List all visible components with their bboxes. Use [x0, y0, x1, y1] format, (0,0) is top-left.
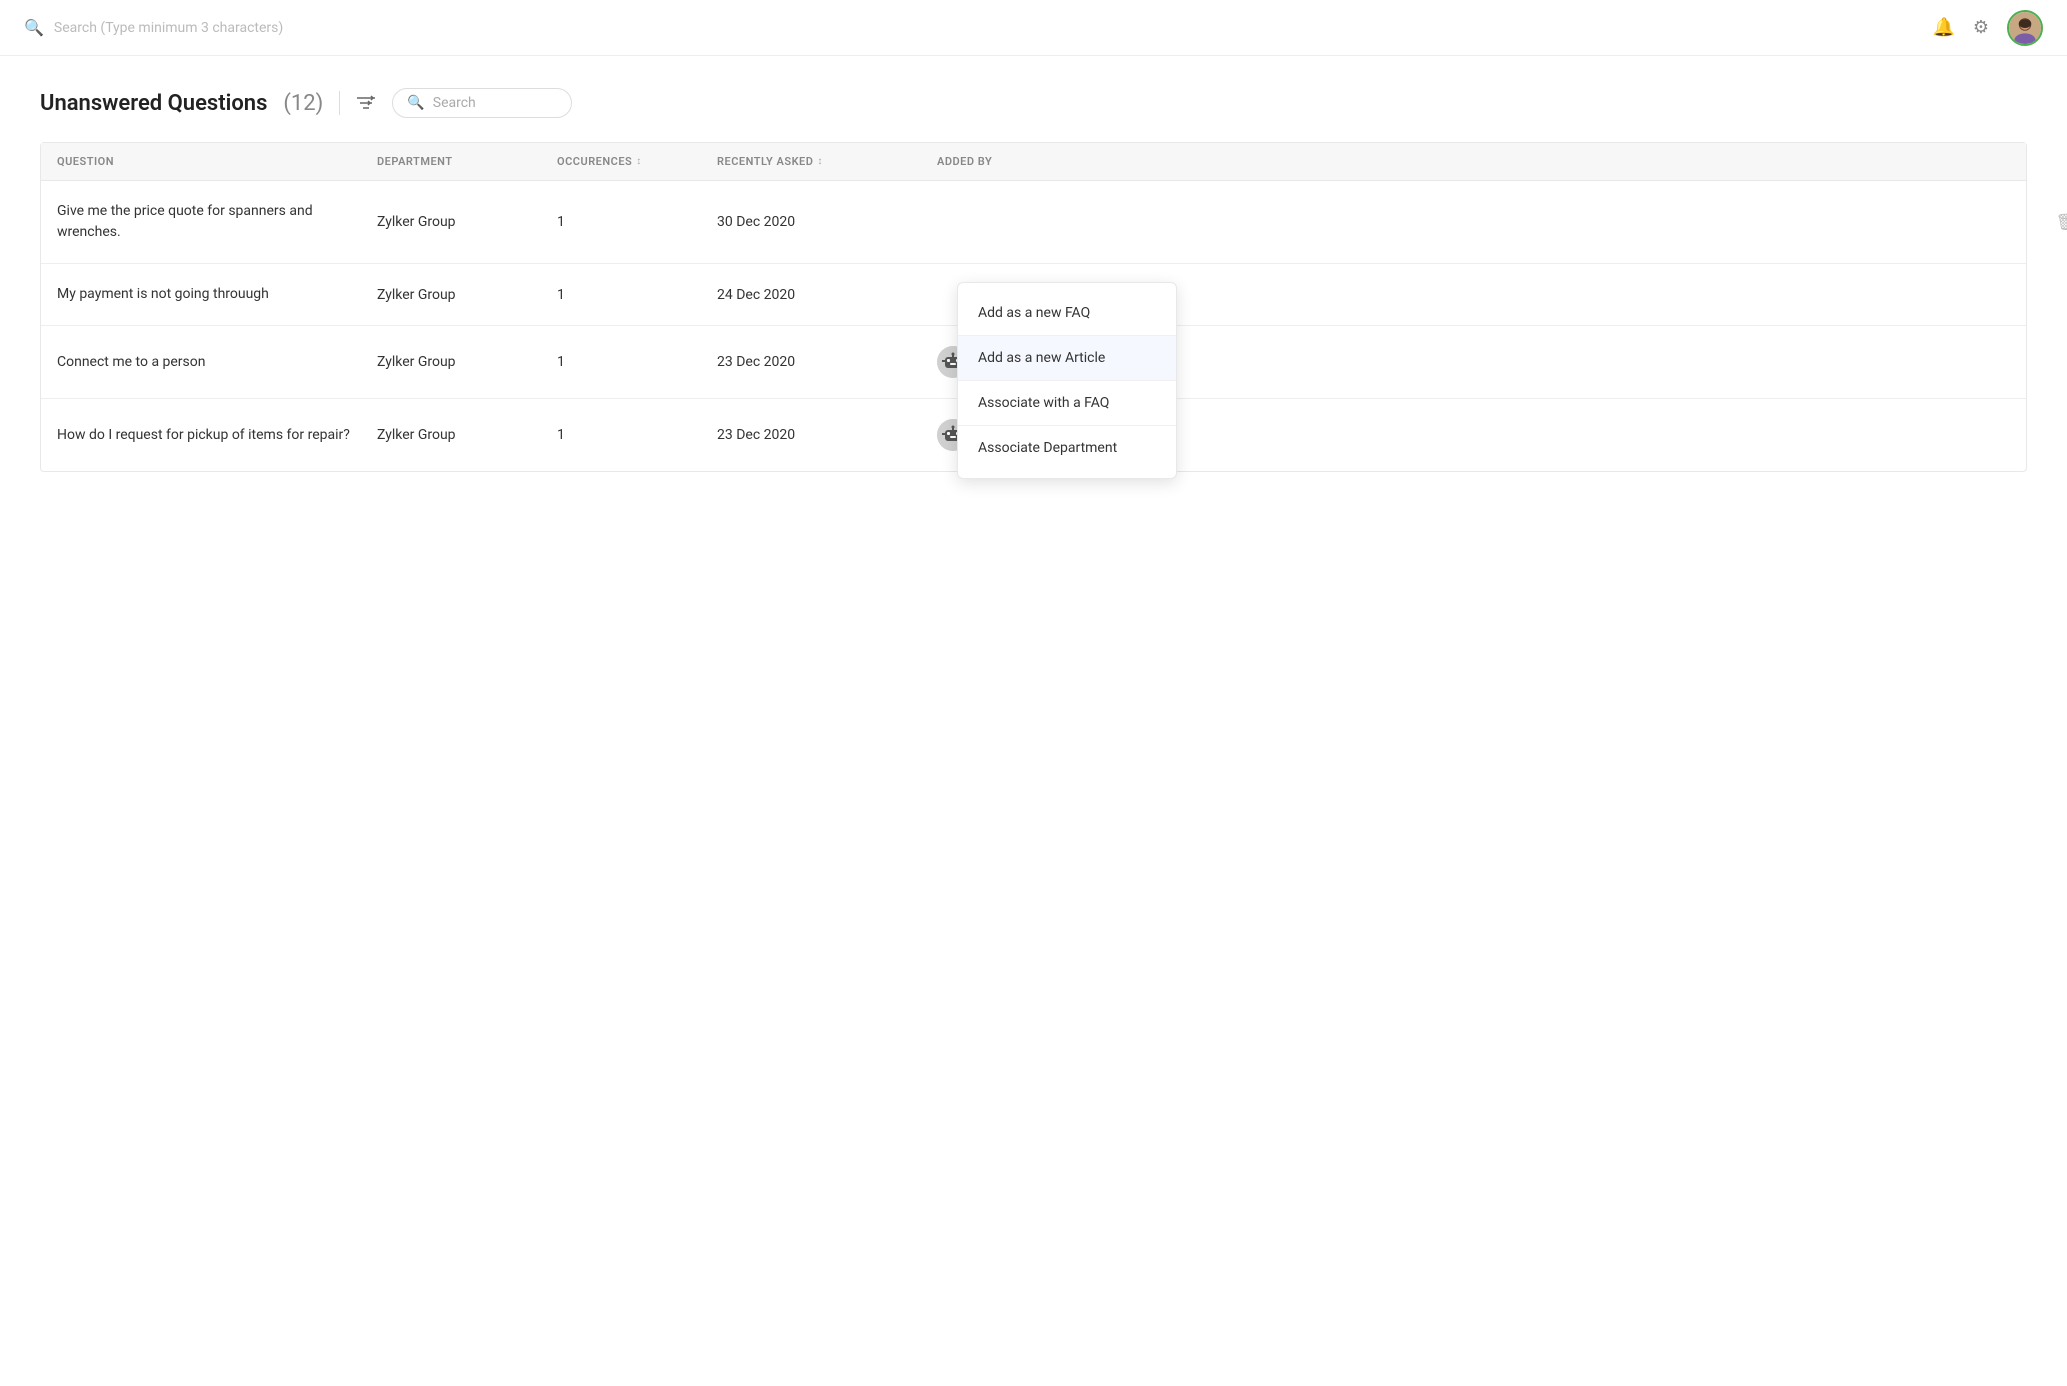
dropdown-item-add-faq[interactable]: Add as a new FAQ — [958, 291, 1176, 336]
question-cell: My payment is not going throuugh — [57, 284, 377, 305]
search-icon: 🔍 — [24, 18, 44, 37]
volume-icon[interactable]: 🔔 — [1932, 17, 1954, 38]
settings-icon[interactable]: ⚙ — [1973, 17, 1989, 38]
date-cell: 23 Dec 2020 — [717, 427, 937, 443]
dropdown-item-add-article[interactable]: Add as a new Article — [958, 336, 1176, 381]
date-cell: 30 Dec 2020 — [717, 214, 937, 230]
occurrences-sort-icon: ↕ — [636, 156, 642, 167]
table-header: QUESTION DEPARTMENT OCCURENCES ↕ RECENTL… — [41, 143, 2026, 181]
date-cell: 23 Dec 2020 — [717, 354, 937, 370]
search-box-icon: 🔍 — [407, 95, 424, 111]
questions-table: QUESTION DEPARTMENT OCCURENCES ↕ RECENTL… — [40, 142, 2027, 472]
occurrences-cell: 1 — [557, 427, 717, 443]
col-header-added-by: ADDED BY — [937, 155, 1117, 168]
dropdown-item-associate-dept[interactable]: Associate Department — [958, 426, 1176, 470]
recently-asked-sort-icon: ↕ — [817, 156, 823, 167]
context-dropdown-menu: Add as a new FAQ Add as a new Article As… — [957, 282, 1177, 479]
main-content: Unanswered Questions (12) 🔍 Search QUEST… — [0, 56, 2067, 504]
col-header-question: QUESTION — [57, 155, 377, 168]
col-header-recently-asked[interactable]: RECENTLY ASKED ↕ — [717, 155, 937, 168]
col-header-department: DEPARTMENT — [377, 155, 557, 168]
page-title: Unanswered Questions — [40, 91, 267, 116]
title-divider — [339, 91, 340, 115]
search-box-text: Search — [433, 95, 476, 111]
question-cell: How do I request for pickup of items for… — [57, 425, 377, 446]
question-count: (12) — [283, 91, 323, 116]
navbar: 🔍 Search (Type minimum 3 characters) 🔔 ⚙ — [0, 0, 2067, 56]
title-row: Unanswered Questions (12) 🔍 Search — [40, 88, 2027, 118]
search-box[interactable]: 🔍 Search — [392, 88, 572, 118]
table-row: Give me the price quote for spanners and… — [41, 181, 2026, 264]
navbar-search-placeholder: Search (Type minimum 3 characters) — [54, 20, 283, 36]
occurrences-cell: 1 — [557, 214, 717, 230]
dropdown-item-associate-faq[interactable]: Associate with a FAQ — [958, 381, 1176, 426]
occurrences-cell: 1 — [557, 354, 717, 370]
department-cell: Zylker Group — [377, 214, 557, 230]
date-cell: 24 Dec 2020 — [717, 287, 937, 303]
filter-button[interactable] — [356, 94, 376, 112]
question-cell: Connect me to a person — [57, 352, 377, 373]
avatar-image — [2009, 12, 2041, 44]
department-cell: Zylker Group — [377, 287, 557, 303]
question-cell: Give me the price quote for spanners and… — [57, 201, 377, 243]
user-avatar[interactable] — [2007, 10, 2043, 46]
department-cell: Zylker Group — [377, 427, 557, 443]
department-cell: Zylker Group — [377, 354, 557, 370]
navbar-actions: 🔔 ⚙ — [1932, 10, 2043, 46]
col-header-occurrences[interactable]: OCCURENCES ↕ — [557, 155, 717, 168]
navbar-search[interactable]: 🔍 Search (Type minimum 3 characters) — [24, 18, 283, 37]
delete-row-button[interactable]: 🗑 — [2056, 213, 2067, 232]
occurrences-cell: 1 — [557, 287, 717, 303]
